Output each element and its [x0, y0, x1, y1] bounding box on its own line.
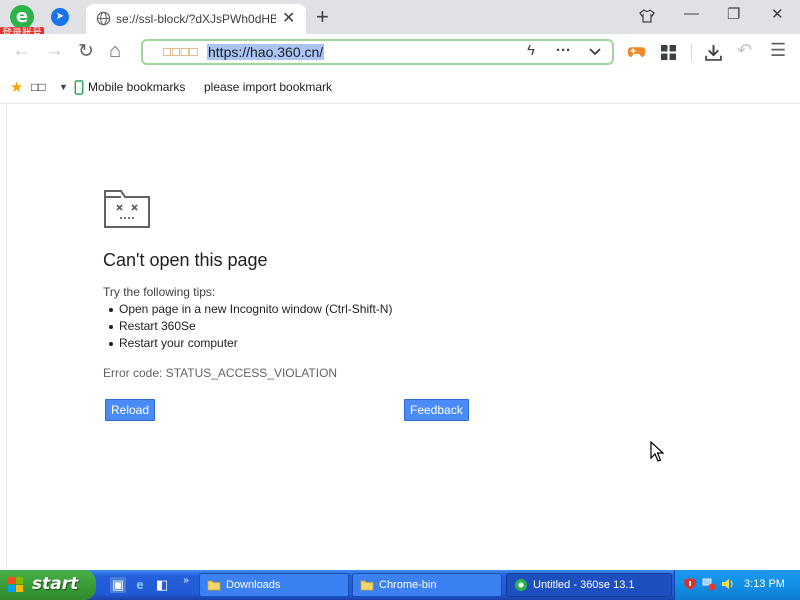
- tab-close-icon[interactable]: ✕: [282, 8, 295, 28]
- feedback-button[interactable]: Feedback: [404, 399, 469, 421]
- task-chrome-bin[interactable]: Chrome-bin: [352, 573, 502, 597]
- close-window-button[interactable]: ✕: [771, 5, 784, 23]
- toolbar-divider: [691, 44, 692, 62]
- system-tray: 3:13 PM: [674, 570, 800, 600]
- dropdown-arrow-icon[interactable]: ▼: [59, 82, 68, 92]
- start-label: start: [32, 574, 79, 594]
- 360-browser-icon: e: [10, 5, 34, 29]
- reload-page-button[interactable]: Reload: [105, 399, 156, 421]
- restore-button[interactable]: ❐: [727, 5, 740, 23]
- menu-icon[interactable]: ☰: [770, 40, 786, 61]
- bookmarks-bar: ★ □□ ▼ Mobile bookmarks please import bo…: [0, 72, 800, 104]
- shield-alert-icon[interactable]: [683, 577, 697, 591]
- forward-button[interactable]: →: [45, 40, 64, 62]
- task-360se[interactable]: Untitled - 360se 13.1: [506, 573, 672, 597]
- windows-flag-icon: [8, 577, 23, 592]
- tips-heading: Try the following tips:: [103, 285, 216, 299]
- sad-folder-icon: [104, 190, 150, 228]
- 360-browser-icon: [515, 579, 527, 591]
- tip-item: Restart 360Se: [103, 319, 392, 336]
- windows-taskbar: start ▣ e ◧ » Downloads Chrome-bin Untit…: [0, 570, 800, 600]
- gamepad-icon[interactable]: [627, 44, 646, 60]
- more-icon[interactable]: ···: [556, 42, 571, 59]
- tab-title: se://ssl-block/?dXJsPWh0dHBzJTNBJTJGJTJG: [116, 12, 276, 26]
- tab-strip: e 登录账号 ➤ se://ssl-block/?dXJsPWh0dHBzJTN…: [0, 0, 800, 41]
- tip-item: Restart your computer: [103, 336, 392, 353]
- apps-grid-icon[interactable]: [661, 45, 676, 60]
- back-button[interactable]: ←: [12, 40, 31, 62]
- address-bar[interactable]: □□□□ https://hao.360.cn/ ϟ ···: [141, 39, 614, 65]
- send-icon[interactable]: ➤: [51, 8, 69, 26]
- quicklaunch-more-icon[interactable]: »: [178, 573, 194, 589]
- lightning-icon[interactable]: ϟ: [527, 42, 535, 59]
- network-warning-icon[interactable]: [702, 577, 716, 591]
- navigation-toolbar: ← → ↻ ⌂ □□□□ https://hao.360.cn/ ϟ ··· ↶…: [0, 34, 800, 72]
- folder-icon: [360, 580, 374, 591]
- skin-shirt-icon[interactable]: [639, 8, 655, 24]
- chevron-down-icon[interactable]: [589, 47, 601, 57]
- reload-button[interactable]: ↻: [78, 40, 94, 63]
- download-icon[interactable]: [705, 44, 722, 61]
- address-url[interactable]: https://hao.360.cn/: [207, 44, 325, 60]
- tab-active[interactable]: se://ssl-block/?dXJsPWh0dHBzJTNBJTJGJTJG…: [86, 4, 306, 34]
- volume-icon[interactable]: [721, 577, 735, 591]
- mouse-cursor-icon: [650, 441, 664, 462]
- tips-list: Open page in a new Incognito window (Ctr…: [103, 302, 392, 353]
- home-button[interactable]: ⌂: [109, 40, 121, 63]
- new-tab-button[interactable]: +: [316, 4, 329, 30]
- bookmark-import[interactable]: please import bookmark: [204, 80, 332, 94]
- error-title: Can't open this page: [103, 250, 268, 270]
- folder-icon: [207, 580, 221, 591]
- show-desktop-icon[interactable]: ▣: [110, 577, 126, 593]
- star-icon[interactable]: ★: [10, 78, 23, 96]
- error-code: Error code: STATUS_ACCESS_VIOLATION: [103, 366, 338, 380]
- mobile-phone-icon: [74, 80, 84, 95]
- system-clock: 3:13 PM: [744, 578, 785, 590]
- sidebar-edge: [6, 104, 7, 570]
- tip-item: Open page in a new Incognito window (Ctr…: [103, 302, 392, 319]
- bookmark-folder-label[interactable]: □□: [31, 80, 46, 94]
- bookmark-mobile[interactable]: Mobile bookmarks: [88, 80, 185, 94]
- minimize-button[interactable]: —: [684, 5, 699, 22]
- start-button[interactable]: start: [0, 570, 96, 600]
- globe-icon: [96, 11, 111, 26]
- internet-explorer-icon[interactable]: e: [132, 577, 148, 593]
- undo-icon[interactable]: ↶: [737, 40, 752, 61]
- address-prefix: □□□□: [163, 44, 199, 59]
- media-player-icon[interactable]: ◧: [154, 577, 170, 593]
- task-downloads[interactable]: Downloads: [199, 573, 349, 597]
